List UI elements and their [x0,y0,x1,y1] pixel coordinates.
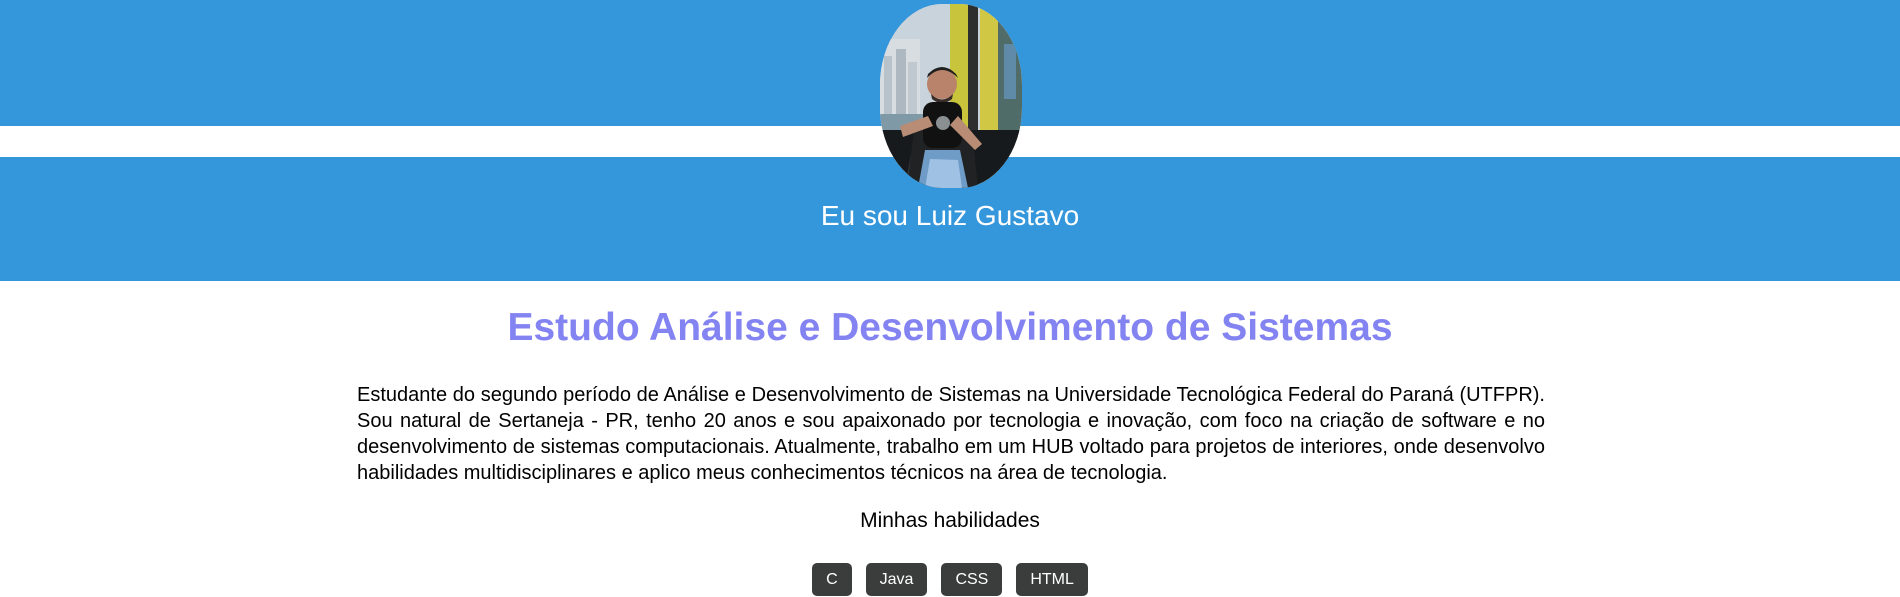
profile-photo-icon [880,4,1022,188]
skill-badge-java: Java [865,563,928,596]
hero-title: Eu sou Luiz Gustavo [820,200,1080,231]
skill-badge-c: C [812,563,852,596]
skills-title: Minhas habilidades [860,509,1040,532]
portfolio-page: Eu sou Luiz Gustavo Estudo Análise e Des… [0,0,1900,597]
skill-badge-css: CSS [941,563,1003,596]
bio-paragraph: Estudante do segundo período de Análise … [357,384,1545,484]
skills-list: C Java CSS HTML [0,563,1900,596]
main-heading: Estudo Análise e Desenvolvimento de Sist… [507,306,1393,349]
profile-photo [880,4,1022,188]
skill-badge-html: HTML [1016,563,1088,596]
